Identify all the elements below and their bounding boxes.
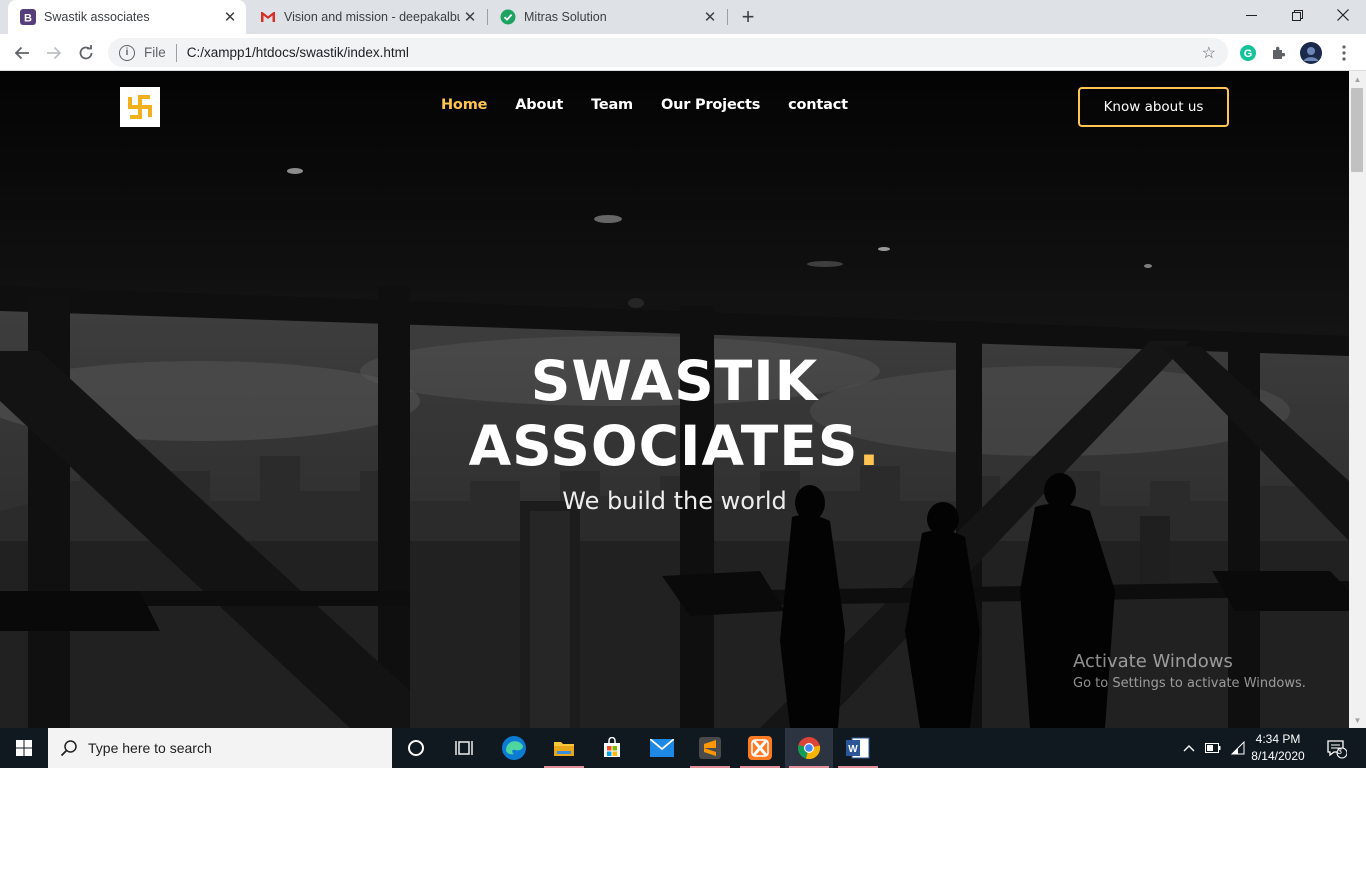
know-about-us-button[interactable]: Know about us: [1078, 87, 1229, 127]
back-arrow-icon: [14, 46, 29, 60]
windows-taskbar: Type here to search W 4:34 PM 8/14/2020: [0, 728, 1366, 768]
bootstrap-b-icon: B: [20, 9, 36, 25]
store-icon[interactable]: [588, 728, 636, 768]
close-tab-icon[interactable]: ✕: [700, 7, 720, 27]
tab-vision-and-mission[interactable]: Vision and mission - deepakalbur ✕: [248, 0, 486, 34]
green-check-icon: [500, 9, 516, 25]
notification-icon: [1327, 740, 1347, 759]
clock-time: 4:34 PM: [1255, 732, 1301, 746]
extensions-puzzle-icon[interactable]: [1268, 42, 1290, 64]
scroll-down-arrow-icon[interactable]: ▼: [1349, 713, 1366, 727]
hero-title-text: ASSOCIATES: [468, 414, 859, 478]
tab-title: Swastik associates: [44, 10, 150, 24]
action-center-button[interactable]: 3: [1318, 728, 1354, 768]
browser-tab-strip: B Swastik associates ✕ Vision and missio…: [0, 0, 1366, 34]
chrome-icon[interactable]: [785, 728, 833, 768]
watermark-title: Activate Windows: [1073, 651, 1233, 672]
task-view-icon[interactable]: [440, 728, 488, 768]
address-bar[interactable]: i File C:/xampp1/htdocs/swastik/index.ht…: [108, 38, 1228, 67]
start-button[interactable]: [0, 728, 48, 768]
notification-count-badge: 3: [1337, 746, 1343, 756]
svg-text:W: W: [848, 744, 858, 755]
wifi-icon[interactable]: [1227, 728, 1249, 768]
file-explorer-icon[interactable]: [540, 728, 588, 768]
nav-link-about[interactable]: About: [515, 97, 563, 113]
browser-toolbar: i File C:/xampp1/htdocs/swastik/index.ht…: [0, 34, 1366, 71]
profile-avatar[interactable]: [1300, 42, 1322, 64]
forward-arrow-icon: [47, 46, 62, 60]
clock-date: 8/14/2020: [1251, 749, 1305, 763]
windows-logo-icon: [16, 740, 32, 756]
minimize-icon: [1245, 14, 1257, 16]
svg-text:G: G: [1244, 48, 1253, 60]
scrollbar-thumb[interactable]: [1351, 88, 1363, 172]
edge-icon[interactable]: [490, 728, 538, 768]
new-tab-button[interactable]: +: [736, 4, 760, 29]
tab-title: Vision and mission - deepakalbur: [284, 10, 460, 24]
url-text[interactable]: C:/xampp1/htdocs/swastik/index.html: [187, 45, 409, 60]
grammarly-extension-icon[interactable]: G: [1237, 42, 1259, 64]
bookmark-star-icon[interactable]: ☆: [1202, 43, 1216, 63]
site-info-icon[interactable]: i: [119, 44, 135, 61]
search-placeholder: Type here to search: [88, 740, 212, 756]
watermark-subtitle: Go to Settings to activate Windows.: [1073, 676, 1306, 691]
hero-title-line-1: SWASTIK: [530, 349, 819, 413]
taskbar-search-box[interactable]: Type here to search: [48, 728, 392, 768]
close-tab-icon[interactable]: ✕: [220, 7, 240, 27]
site-navigation: Home About Team Our Projects contact: [441, 97, 876, 113]
back-button[interactable]: [8, 39, 36, 67]
show-hidden-icons-chevron-icon[interactable]: [1178, 728, 1200, 768]
reload-button[interactable]: [72, 39, 100, 67]
nav-link-home[interactable]: Home: [441, 97, 487, 113]
hero-title-accent-dot: .: [858, 414, 881, 478]
tab-mitras-solution[interactable]: Mitras Solution ✕: [488, 0, 726, 34]
tab-title: Mitras Solution: [524, 10, 607, 24]
nav-link-team[interactable]: Team: [591, 97, 633, 113]
battery-icon[interactable]: [1202, 728, 1224, 768]
tab-divider: [727, 9, 728, 25]
nav-link-contact[interactable]: contact: [788, 97, 848, 113]
nav-link-our-projects[interactable]: Our Projects: [661, 97, 760, 113]
restore-icon: [1291, 9, 1303, 21]
close-icon: [1337, 9, 1349, 21]
sublime-text-icon[interactable]: [686, 728, 734, 768]
xampp-icon[interactable]: [736, 728, 784, 768]
gmail-icon: [260, 9, 276, 25]
scheme-label: File: [144, 45, 166, 60]
mail-icon[interactable]: [638, 728, 686, 768]
word-icon[interactable]: W: [834, 728, 882, 768]
system-clock[interactable]: 4:34 PM 8/14/2020: [1250, 731, 1306, 765]
site-logo[interactable]: [120, 87, 160, 127]
minimize-window-button[interactable]: [1228, 0, 1274, 30]
svg-text:B: B: [24, 13, 32, 25]
browser-menu-icon[interactable]: [1333, 42, 1355, 64]
restore-window-button[interactable]: [1274, 0, 1320, 30]
divider: [175, 43, 177, 62]
reload-icon: [79, 45, 93, 60]
tab-swastik-associates[interactable]: B Swastik associates ✕: [8, 0, 246, 34]
close-tab-icon[interactable]: ✕: [460, 7, 480, 27]
activate-windows-watermark: Activate Windows Go to Settings to activ…: [1073, 651, 1306, 691]
page-scrollbar[interactable]: ▲ ▼: [1349, 71, 1366, 728]
search-icon: [60, 740, 77, 757]
forward-button[interactable]: [40, 39, 68, 67]
hero-subtitle: We build the world: [562, 487, 787, 515]
scroll-up-arrow-icon[interactable]: ▲: [1349, 72, 1366, 86]
close-window-button[interactable]: [1320, 0, 1366, 30]
hero-title-line-2: ASSOCIATES.: [0, 414, 1349, 478]
swastika-logo-icon: [128, 95, 152, 119]
cortana-icon[interactable]: [392, 728, 440, 768]
page-viewport: Home About Team Our Projects contact Kno…: [0, 71, 1349, 728]
